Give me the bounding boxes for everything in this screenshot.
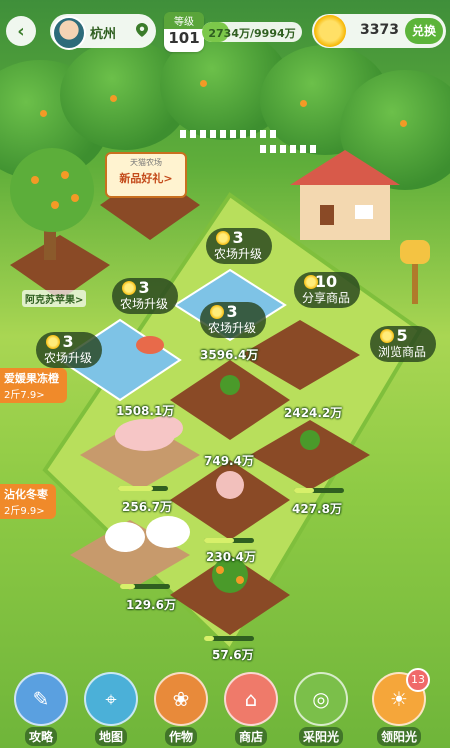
bubble-text: 浏览商品 [378, 345, 427, 359]
avatar[interactable] [52, 16, 86, 50]
progress-bar [120, 584, 170, 589]
level-label: 等级 [164, 12, 204, 29]
city-name: 杭州 [90, 27, 117, 42]
crop-amount[interactable]: 3596.4万 [200, 346, 258, 363]
sun-count: 3373 [360, 22, 399, 38]
guide-book-icon: ✎ [14, 672, 68, 726]
task-bubble-upgrade[interactable]: 3 农场升级 [206, 228, 273, 264]
sign-top-text: 天猫农场 [130, 158, 162, 167]
crop-amount[interactable]: 57.6万 [212, 646, 254, 663]
farmhouse-icon[interactable] [290, 150, 400, 245]
crop-amount[interactable]: 427.8万 [292, 500, 342, 517]
nav-collect-sun[interactable]: ◎ 采阳光 [294, 672, 348, 746]
crop-amount[interactable]: 1508.1万 [116, 402, 174, 419]
nav-crops[interactable]: ❀ 作物 [154, 672, 208, 746]
nav-map[interactable]: ⌖ 地图 [84, 672, 138, 746]
crop-amount[interactable]: 129.6万 [126, 596, 176, 613]
nav-label: 采阳光 [298, 727, 343, 746]
crop-amount[interactable]: 256.7万 [122, 498, 172, 515]
progress-bar [118, 486, 168, 491]
crop-amount[interactable]: 749.4万 [204, 452, 254, 469]
promo-name: 沾化冬枣 [4, 488, 48, 501]
redeem-button[interactable]: 兑换 [405, 18, 443, 44]
progress-bar [294, 488, 344, 493]
back-button[interactable]: ‹ [6, 16, 36, 46]
task-bubble-upgrade[interactable]: 3 农场升级 [112, 278, 179, 314]
promo-name: 爱媛果冻橙 [4, 372, 59, 385]
sun-coin-icon [314, 15, 346, 47]
nav-label: 地图 [94, 727, 127, 746]
task-bubble-share[interactable]: 10 分享商品 [294, 272, 361, 308]
sun-icon [210, 305, 224, 319]
level-value: 101 [168, 29, 200, 47]
progress-bar [204, 538, 254, 543]
bubble-text: 农场升级 [214, 247, 263, 261]
nav-label: 作物 [164, 727, 197, 746]
top-bar: ‹ 杭州 等级 101 2734万/9994万 3373 兑换 [0, 0, 450, 64]
promo-price: 2斤9.9> [4, 506, 45, 517]
sun-icon: ☀ 13 [372, 668, 430, 726]
sun-icon [380, 329, 394, 343]
apple-tree-label[interactable]: 阿克苏苹果> [22, 290, 87, 307]
crop-amount[interactable]: 2424.2万 [284, 404, 342, 421]
promo-tag-jujube[interactable]: 沾化冬枣 2斤9.9> [0, 484, 56, 519]
nav-claim-sun[interactable]: ☀ 13 领阳光 [372, 668, 430, 746]
task-bubble-upgrade[interactable]: 3 农场升级 [200, 302, 267, 338]
level-badge[interactable]: 等级 101 [164, 12, 204, 52]
sun-icon [304, 275, 318, 289]
notification-badge: 13 [406, 668, 430, 692]
task-bubble-upgrade[interactable]: 3 农场升级 [36, 332, 103, 368]
bottom-nav: ✎ 攻略 ⌖ 地图 ❀ 作物 ⌂ 商店 ◎ 采阳光 ☀ 13 领阳光 [0, 664, 450, 748]
sun-icon [216, 231, 230, 245]
crop-amount[interactable]: 230.4万 [206, 548, 256, 565]
sun-icon [122, 281, 136, 295]
nav-label: 领阳光 [376, 727, 421, 746]
sign-main-text: 新品好礼> [119, 172, 173, 185]
location-pill[interactable]: 杭州 [50, 14, 156, 50]
promo-price: 2斤7.9> [4, 390, 45, 401]
nav-label: 商店 [234, 727, 267, 746]
bubble-text: 分享商品 [302, 291, 351, 305]
bubble-text: 农场升级 [208, 321, 257, 335]
nav-label: 攻略 [24, 727, 57, 746]
bubble-text: 农场升级 [120, 297, 169, 311]
sun-catch-icon: ◎ [294, 672, 348, 726]
shop-icon: ⌂ [224, 672, 278, 726]
new-product-sign[interactable]: 天猫农场 新品好礼> [105, 152, 187, 198]
nav-shop[interactable]: ⌂ 商店 [224, 672, 278, 746]
location-pin-icon [136, 23, 148, 37]
promo-tag-orange[interactable]: 爱媛果冻橙 2斤7.9> [0, 368, 67, 403]
progress-bar [204, 636, 254, 641]
exp-progress-bar: 2734万/9994万 [202, 22, 302, 42]
sun-icon [46, 335, 60, 349]
exp-text: 2734万/9994万 [208, 27, 296, 40]
crop-book-icon: ❀ [154, 672, 208, 726]
map-icon: ⌖ [84, 672, 138, 726]
bubble-text: 农场升级 [44, 351, 93, 365]
sun-balance: 3373 兑换 [312, 14, 446, 48]
chevron-left-icon: ‹ [17, 20, 25, 42]
nav-guide[interactable]: ✎ 攻略 [14, 672, 68, 746]
task-bubble-browse[interactable]: 5 浏览商品 [370, 326, 437, 362]
mailbox-icon[interactable] [396, 236, 434, 306]
